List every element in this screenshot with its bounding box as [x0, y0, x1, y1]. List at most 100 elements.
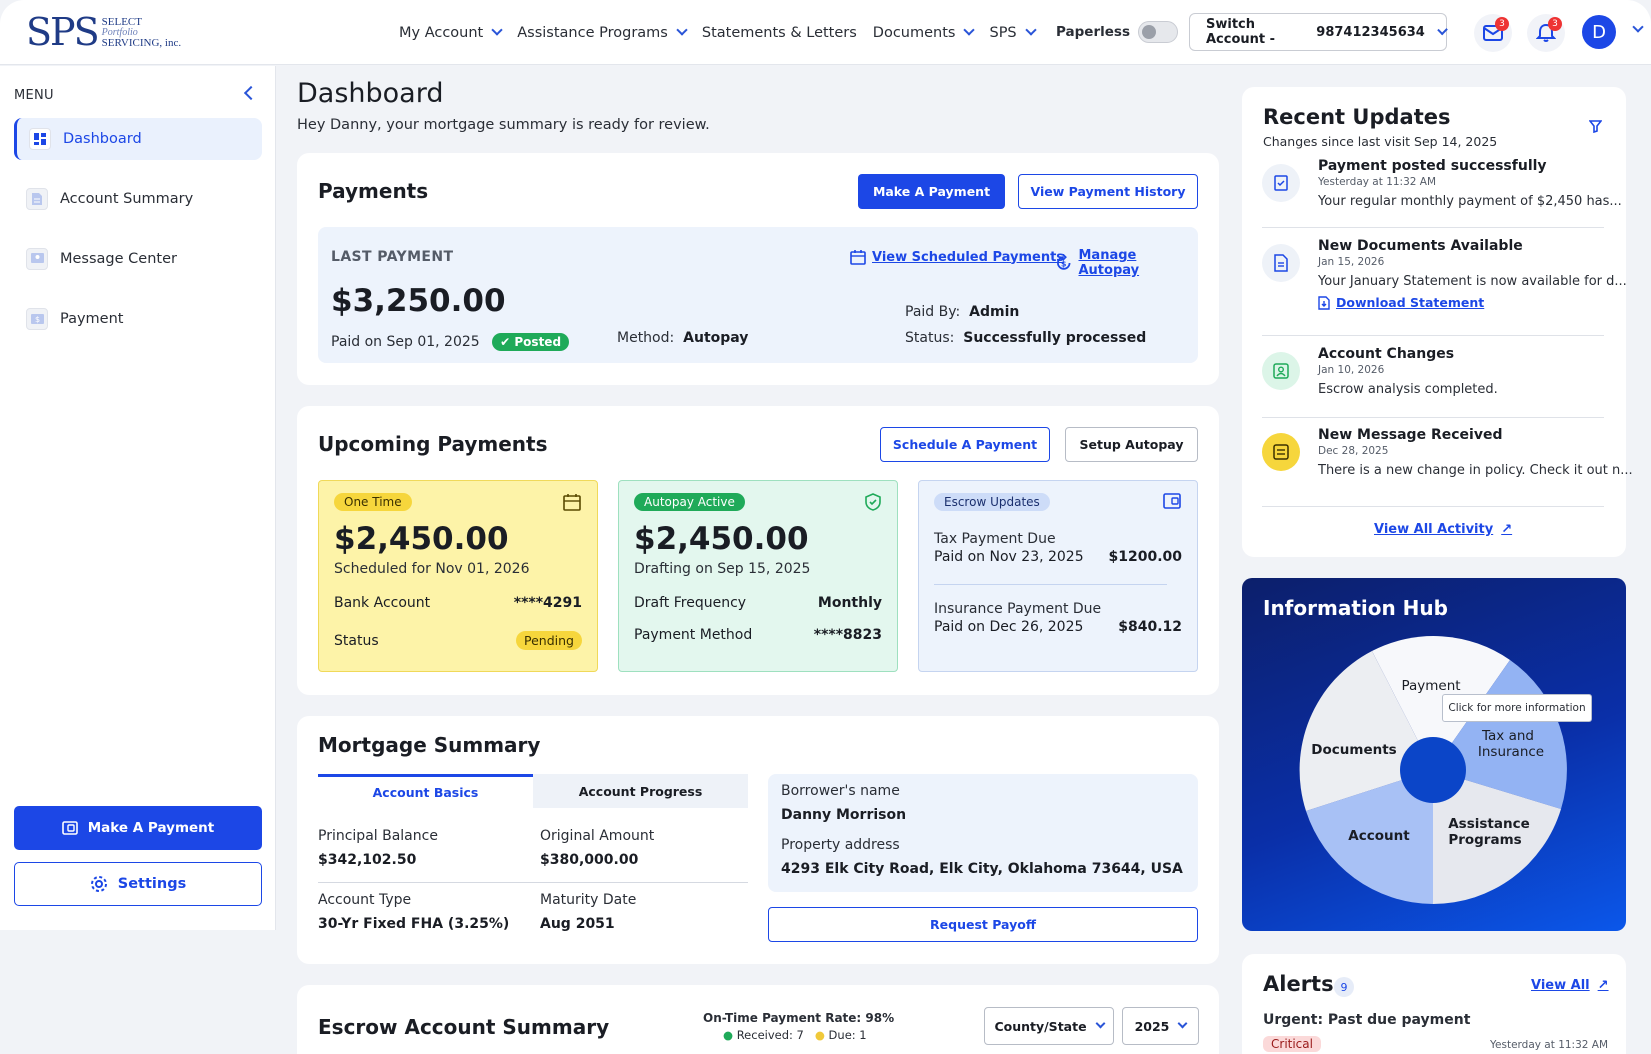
county-state-dropdown[interactable]: County/State	[984, 1007, 1114, 1045]
schedule-payment-button[interactable]: Schedule A Payment	[880, 427, 1050, 462]
sidebar-item-message-center[interactable]: Message Center	[14, 238, 262, 280]
hub-tooltip: Click for more information	[1442, 694, 1592, 722]
main-nav: My Account Assistance Programs Statement…	[399, 0, 1051, 65]
method-label: Method:	[617, 330, 675, 346]
label-account: Account	[1348, 828, 1410, 844]
update-item[interactable]: New Message Received Dec 28, 2025 There …	[1262, 427, 1633, 493]
paperless-control: Paperless	[1056, 21, 1178, 43]
borrower-label: Borrower's name	[781, 783, 900, 799]
view-all-activity-link[interactable]: View All Activity ↗	[1374, 522, 1512, 537]
draft-frequency-row: Draft Frequency Monthly	[634, 595, 882, 611]
nav-statements-letters[interactable]: Statements & Letters	[702, 25, 857, 41]
status-label: Status:	[905, 330, 955, 346]
maturity-label: Maturity Date	[540, 892, 637, 908]
autopay-active-tag: Autopay Active	[634, 493, 745, 511]
tab-account-basics[interactable]: Account Basics	[318, 774, 533, 808]
request-payoff-button[interactable]: Request Payoff	[768, 907, 1198, 942]
nav-documents[interactable]: Documents	[873, 24, 976, 41]
principal-label: Principal Balance	[318, 828, 438, 844]
view-all-alerts-link[interactable]: View All ↗	[1531, 978, 1609, 993]
svg-text:$: $	[34, 315, 39, 324]
label-payment: Payment	[1401, 678, 1460, 694]
make-payment-label: Make A Payment	[87, 820, 215, 836]
original-value: $380,000.00	[540, 852, 639, 868]
arrow-up-right-icon: ↗	[1597, 978, 1609, 993]
label-documents: Documents	[1311, 742, 1396, 758]
sidebar-item-dashboard[interactable]: Dashboard	[14, 118, 262, 160]
escrow-updates-card[interactable]: Escrow Updates Tax Payment Due Paid on N…	[918, 480, 1198, 672]
wallet-icon	[61, 821, 78, 835]
download-statement-link[interactable]: Download Statement	[1318, 295, 1484, 310]
year-dropdown[interactable]: 2025	[1122, 1007, 1199, 1045]
nav-sps[interactable]: SPS	[989, 24, 1037, 41]
setup-autopay-button[interactable]: Setup Autopay	[1065, 427, 1198, 462]
view-all-activity-label: View All Activity	[1374, 522, 1494, 537]
one-time-payment-card[interactable]: One Time $2,450.00 Scheduled for Nov 01,…	[318, 480, 598, 672]
user-avatar[interactable]: D	[1582, 15, 1616, 49]
menu-label: MENU	[14, 88, 54, 103]
method-value: Autopay	[683, 330, 749, 346]
view-scheduled-label: View Scheduled Payments	[872, 249, 1065, 265]
make-payment-button[interactable]: Make A Payment	[858, 174, 1005, 209]
autopay-drafting: Drafting on Sep 15, 2025	[634, 561, 811, 577]
upcoming-payments-title: Upcoming Payments	[318, 432, 548, 456]
sidebar-item-account-summary[interactable]: Account Summary	[14, 178, 262, 220]
divider	[1262, 335, 1604, 336]
nav-assistance-programs[interactable]: Assistance Programs	[517, 24, 688, 41]
chevron-down-icon	[1437, 24, 1448, 35]
update-time: Yesterday at 11:32 AM	[1318, 176, 1437, 188]
nav-label: Assistance Programs	[517, 24, 668, 41]
sidebar-make-payment-button[interactable]: Make A Payment	[14, 806, 262, 850]
arrow-up-right-icon: ↗	[1501, 522, 1513, 537]
changes-since: Changes since last visit Sep 14, 2025	[1263, 134, 1498, 149]
mail-button[interactable]: 3	[1474, 14, 1512, 52]
last-payment-date: Paid on Sep 01, 2025 ✔ Posted	[331, 333, 570, 351]
escrow-summary-card: Escrow Account Summary On-Time Payment R…	[297, 985, 1219, 1054]
sidebar-item-label: Dashboard	[63, 131, 142, 147]
collapse-sidebar-icon[interactable]	[243, 85, 259, 101]
mortgage-summary-card: Mortgage Summary Account Basics Account …	[297, 716, 1219, 964]
insurance-date: Paid on Dec 26, 2025	[934, 619, 1084, 635]
property-value: 4293 Elk City Road, Elk City, Oklahoma 7…	[781, 861, 1183, 877]
payments-card: Payments Make A Payment View Payment His…	[297, 153, 1219, 385]
upcoming-payments-card: Upcoming Payments Schedule A Payment Set…	[297, 406, 1219, 695]
filter-icon[interactable]	[1589, 120, 1602, 133]
pending-badge: Pending	[516, 631, 582, 650]
view-scheduled-payments-link[interactable]: View Scheduled Payments	[850, 249, 1064, 265]
manage-autopay-link[interactable]: $ Manage Autopay	[1055, 248, 1198, 278]
account-icon	[1262, 352, 1300, 390]
bank-label: Bank Account	[334, 595, 431, 611]
update-item[interactable]: New Documents Available Jan 15, 2026 You…	[1262, 238, 1627, 324]
switch-account-dropdown[interactable]: Switch Account - 987412345634	[1189, 13, 1448, 51]
update-item[interactable]: Payment posted successfully Yesterday at…	[1262, 158, 1622, 224]
payment-icon: $	[26, 308, 48, 330]
message-icon	[26, 248, 48, 270]
paperless-toggle[interactable]	[1137, 21, 1178, 43]
shield-icon	[865, 493, 881, 511]
update-item[interactable]: Account Changes Jan 10, 2026 Escrow anal…	[1262, 346, 1604, 412]
due-dot: ●	[814, 1028, 825, 1042]
divider	[318, 882, 748, 883]
mail-badge: 3	[1495, 17, 1509, 31]
view-payment-history-button[interactable]: View Payment History	[1018, 174, 1198, 209]
one-time-tag: One Time	[334, 493, 412, 511]
insurance-payment-row: Paid on Dec 26, 2025 $840.12	[934, 619, 1182, 635]
notifications-button[interactable]: 3	[1527, 14, 1565, 52]
settings-button[interactable]: Settings	[14, 862, 262, 906]
sps-logo[interactable]: SPS SELECT Portfolio SERVICING, inc.	[26, 13, 181, 51]
calendar-icon	[850, 250, 866, 265]
update-title: Payment posted successfully	[1318, 158, 1547, 174]
tab-account-progress[interactable]: Account Progress	[533, 774, 748, 808]
chevron-down-icon[interactable]	[1632, 21, 1644, 33]
received-dot: ●	[723, 1028, 734, 1042]
year-label: 2025	[1134, 1018, 1170, 1034]
update-title: New Message Received	[1318, 427, 1503, 443]
alerts-title: Alerts	[1263, 972, 1334, 996]
sidebar-item-payment[interactable]: $ Payment	[14, 298, 262, 340]
update-title: Account Changes	[1318, 346, 1455, 362]
nav-my-account[interactable]: My Account	[399, 24, 503, 41]
autopay-card[interactable]: Autopay Active $2,450.00 Drafting on Sep…	[618, 480, 898, 672]
county-label: County/State	[994, 1018, 1087, 1034]
received-due: ● Received: 7 ● Due: 1	[723, 1028, 867, 1042]
payment-status: Status: Successfully processed	[905, 330, 1146, 346]
